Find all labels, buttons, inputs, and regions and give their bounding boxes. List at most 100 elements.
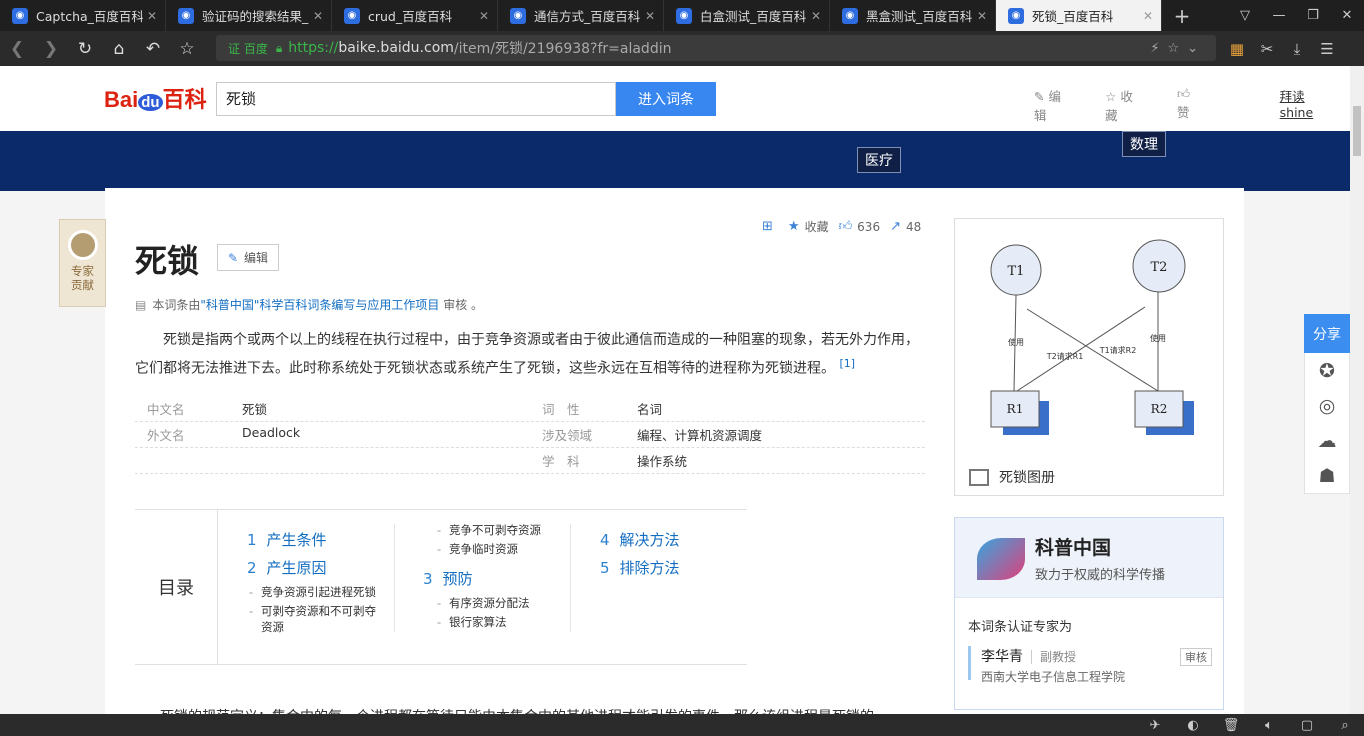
add-icon[interactable]: ⊞ [762,219,778,234]
pencil-icon: ✎ [227,250,239,265]
toc-item[interactable]: 2 产生原因 [247,554,387,582]
browser-status-bar: ✈ ◐ 🗑︎ 🔈︎ ▢ ⌕ [0,714,1364,736]
sync-icon[interactable]: ◐ [1174,718,1212,733]
review-notice: ▤ 本词条由"科普中国"科学百科词条编写与应用工作项目 审核 。 [135,298,484,312]
toc-label: 目录 [135,510,218,664]
reload-icon[interactable]: ↻ [68,32,102,66]
baidu-favicon-icon: ◉ [510,7,526,24]
edge-label: 使用 [1008,337,1024,347]
toc-item[interactable]: 5 排除方法 [600,554,740,582]
download-icon[interactable]: ⤓ [1282,40,1312,58]
close-tab-icon[interactable]: ✕ [313,9,323,23]
header-fav-link[interactable]: ☆ 收藏 [1105,86,1157,124]
site-header: Bai du 百科 死锁 进入词条 ✎ 编辑 ☆ 收藏 👍︎ 赞 拜读shine [0,66,1350,131]
expert-entry[interactable]: 李华青 副教授 西南大学电子信息工程学院 审核 [968,646,1212,684]
back-icon[interactable]: ❮ [0,32,34,66]
undo-icon[interactable]: ↶ [136,32,170,66]
scissors-icon[interactable]: ✂ [1252,40,1282,58]
browser-extensions: ▦ ✂ ⤓ ☰ [1222,31,1342,66]
medal-icon [67,230,98,260]
qzone-star-icon[interactable]: ✪ [1305,353,1349,388]
close-tab-icon[interactable]: ✕ [1143,9,1153,23]
shirt-skin-icon[interactable]: ▽ [1228,0,1262,31]
menu-icon[interactable]: ☰ [1312,40,1342,58]
node-t2: T2 [1151,260,1168,275]
fav-button[interactable]: ★ 收藏 [788,218,829,235]
banner-tag-medical[interactable]: 医疗 [857,147,901,173]
close-tab-icon[interactable]: ✕ [479,9,489,23]
header-edit-link[interactable]: ✎ 编辑 [1034,86,1085,124]
close-tab-icon[interactable]: ✕ [147,9,157,23]
star-icon: ★ [787,219,800,234]
username-link[interactable]: 拜读shine [1280,86,1330,124]
url-input[interactable]: 证 百度 🔒︎ https://baike.baidu.com/item/死锁/… [216,35,1216,61]
toc-subitem[interactable]: 竞争临时资源 [435,541,563,557]
header-links: ✎ 编辑 ☆ 收藏 👍︎ 赞 拜读shine [1034,86,1350,124]
album-caption[interactable]: 死锁图册 [969,467,1055,487]
certificate-badge[interactable]: 证 百度 [228,40,268,57]
edge-label: 使用 [1150,333,1166,343]
volume-icon[interactable]: 🔈︎ [1250,718,1288,733]
browser-tab[interactable]: ◉ 验证码的搜索结果_百 ✕ [166,0,332,31]
page-scrollbar[interactable] [1350,66,1364,714]
edit-button[interactable]: ✎ 编辑 [217,244,279,271]
apps-grid-icon[interactable]: ▦ [1222,40,1252,58]
like-button[interactable]: 👍︎ 636 [839,219,881,234]
baidu-favicon-icon: ◉ [676,7,692,24]
browser-tab[interactable]: ◉ 通信方式_百度百科 ✕ [498,0,664,31]
baike-logo[interactable]: Bai du 百科 [104,82,207,114]
share-label: 分享 [1304,314,1350,353]
toc-item[interactable]: 1 产生条件 [247,526,387,554]
header-like-link[interactable]: 👍︎ 赞 [1177,86,1220,124]
toc-item[interactable]: 3 预防 [423,565,563,593]
trash-icon[interactable]: 🗑︎ [1212,718,1250,733]
close-tab-icon[interactable]: ✕ [645,9,655,23]
zoom-search-icon[interactable]: ⌕ [1326,718,1364,733]
browser-tab[interactable]: ◉ crud_百度百科 ✕ [332,0,498,31]
restore-icon[interactable]: ❐ [1296,0,1330,31]
enter-entry-button[interactable]: 进入词条 [616,82,716,116]
article-summary: 死锁是指两个或两个以上的线程在执行过程中，由于竞争资源或者由于彼此通信而造成的一… [135,332,919,377]
banner-tag-math[interactable]: 数理 [1122,131,1166,157]
wechat-icon[interactable]: ☁ [1305,423,1349,458]
window-icon[interactable]: ▢ [1288,718,1326,733]
article-paragraph: 死锁的规范定义：集合中的每一个进程都在等待只能由本集合中的其他进程才能引发的事件… [160,706,888,714]
new-tab-icon[interactable]: + [1162,0,1202,31]
search-input[interactable]: 死锁 [216,82,616,116]
thumbs-up-icon: 👍︎ [838,219,853,234]
forward-icon[interactable]: ❯ [34,32,68,66]
toc-item[interactable]: 4 解决方法 [600,526,740,554]
lock-icon: 🔒︎ [275,40,283,55]
bookmark-star-icon[interactable]: ☆ [170,32,204,66]
close-tab-icon[interactable]: ✕ [977,9,987,23]
close-window-icon[interactable]: ✕ [1330,0,1364,31]
share-button[interactable]: ↗ 48 [890,219,921,234]
close-tab-icon[interactable]: ✕ [811,9,821,23]
page-viewport: Bai du 百科 死锁 进入词条 ✎ 编辑 ☆ 收藏 👍︎ 赞 拜读shine 医… [0,66,1350,714]
browser-tab[interactable]: ◉ 黑盒测试_百度百科 ✕ [830,0,996,31]
gallery-icon [969,468,989,486]
kepu-china-card: 科普中国 致力于权威的科学传播 本词条认证专家为 李华青 副教授 西南大学电子信息… [954,517,1224,710]
url-actions[interactable]: ⚡☆⌄ [1150,41,1206,56]
browser-tab[interactable]: ◉ 白盒测试_百度百科 ✕ [664,0,830,31]
info-row: 学 科操作系统 [135,448,925,474]
browser-tab-active[interactable]: ◉ 死锁_百度百科 ✕ [996,0,1162,31]
review-project-link[interactable]: "科普中国"科学百科词条编写与应用工作项目 [200,298,439,312]
category-banner: 医疗 数理 [0,131,1350,191]
toc-subitem[interactable]: 竞争不可剥夺资源 [435,522,563,538]
edge-label: T2请求R1 [1046,351,1084,361]
qq-icon[interactable]: ☗ [1305,458,1349,493]
toc-subitem[interactable]: 可剥夺资源和不可剥夺资源 [247,603,387,635]
home-icon[interactable]: ⌂ [102,32,136,66]
image-album[interactable]: T1 T2 R1 R2 使用 使用 T2请求R1 T1请求R2 死锁图册 [954,218,1224,496]
expert-contribution-badge[interactable]: 专家 贡献 [59,219,106,307]
toc-subitem[interactable]: 竞争资源引起进程死锁 [247,584,387,600]
browser-tab[interactable]: ◉ Captcha_百度百科 ✕ [0,0,166,31]
node-r1: R1 [1007,402,1024,416]
accelerate-icon[interactable]: ✈ [1136,718,1174,733]
minimize-icon[interactable]: — [1262,0,1296,31]
weibo-icon[interactable]: ◎ [1305,388,1349,423]
toc-subitem[interactable]: 有序资源分配法 [435,595,563,611]
reference-link[interactable]: [1] [839,357,855,370]
toc-subitem[interactable]: 银行家算法 [435,614,563,630]
